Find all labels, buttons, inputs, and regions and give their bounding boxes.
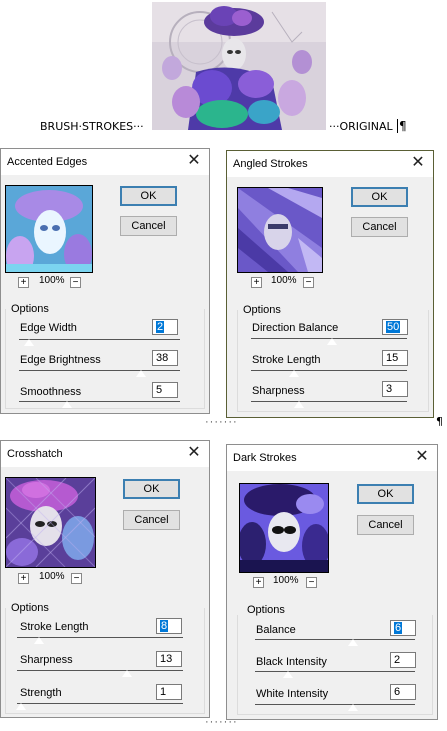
param-label-black-intensity: Black Intensity	[256, 656, 327, 668]
zoom-out-button[interactable]: −	[71, 573, 82, 584]
dialog-title-bar[interactable]: Accented Edges ✕	[1, 149, 209, 175]
smoothness-slider-track[interactable]	[19, 401, 180, 402]
zoom-level: 100%	[273, 575, 299, 586]
param-label-balance: Balance	[256, 624, 296, 636]
smoothness-field[interactable]: 5	[152, 382, 178, 398]
stroke-length-slider-thumb[interactable]	[33, 636, 45, 644]
close-icon[interactable]: ✕	[185, 444, 203, 462]
balance-slider-track[interactable]	[255, 639, 415, 640]
edge-brightness-slider-track[interactable]	[19, 370, 180, 371]
cancel-button[interactable]: Cancel	[351, 217, 408, 237]
dialog-title: Accented Edges	[7, 156, 88, 168]
dialog-angled-strokes: Angled Strokes ✕ + 100% − OK Cancel Opti…	[226, 150, 434, 418]
ok-button[interactable]: OK	[351, 187, 408, 207]
edge-width-field[interactable]: 2	[152, 319, 178, 335]
param-label-smoothness: Smoothness	[20, 386, 82, 398]
black-intensity-slider-track[interactable]	[255, 671, 415, 672]
strength-field[interactable]: 1	[156, 684, 182, 700]
zoom-out-button[interactable]: −	[306, 577, 317, 588]
zoom-in-button[interactable]: +	[253, 577, 264, 588]
stroke-length-slider-thumb[interactable]	[288, 369, 300, 377]
edge-brightness-field[interactable]: 38	[152, 350, 178, 366]
strength-slider-track[interactable]	[17, 703, 183, 704]
options-label: Options	[11, 602, 49, 614]
param-label-edge-brightness: Edge Brightness	[20, 354, 101, 366]
stroke-length-field[interactable]: 8	[156, 618, 182, 634]
param-label-sharpness: Sharpness	[20, 654, 73, 666]
zoom-out-button[interactable]: −	[70, 277, 81, 288]
original-photo	[152, 2, 326, 130]
filter-preview[interactable]	[237, 187, 323, 273]
dialog-title-bar[interactable]: Angled Strokes ✕	[227, 151, 433, 177]
options-label: Options	[11, 303, 49, 315]
white-intensity-field[interactable]: 6	[390, 684, 416, 700]
sharpness-field[interactable]: 3	[382, 381, 408, 397]
ok-button[interactable]: OK	[357, 484, 414, 504]
options-label: Options	[243, 304, 281, 316]
cancel-button[interactable]: Cancel	[120, 216, 177, 236]
param-label-stroke-length: Stroke Length	[20, 621, 89, 633]
edge-width-slider-track[interactable]	[19, 339, 180, 340]
dialog-title: Dark Strokes	[233, 452, 297, 464]
direction-balance-slider-thumb[interactable]	[326, 337, 338, 345]
zoom-level: 100%	[39, 275, 65, 286]
direction-balance-field[interactable]: 50	[382, 319, 408, 335]
sharpness-field[interactable]: 13	[156, 651, 182, 667]
dialog-title: Angled Strokes	[233, 158, 308, 170]
sharpness-slider-thumb[interactable]	[293, 400, 305, 408]
stroke-length-field[interactable]: 15	[382, 350, 408, 366]
stroke-length-slider-track[interactable]	[251, 370, 407, 371]
filter-preview[interactable]	[5, 477, 96, 568]
param-label-direction-balance: Direction Balance	[252, 322, 339, 334]
sharpness-slider-track[interactable]	[17, 670, 183, 671]
ok-button[interactable]: OK	[120, 186, 177, 206]
dialog-title-bar[interactable]: Crosshatch ✕	[1, 441, 209, 467]
param-label-sharpness: Sharpness	[252, 385, 305, 397]
paragraph-mark-icon: ¶	[436, 415, 443, 428]
balance-slider-thumb[interactable]	[347, 638, 359, 646]
param-label-stroke-length: Stroke Length	[252, 354, 321, 366]
param-label-strength: Strength	[20, 687, 62, 699]
paragraph-mark-icon: ¶	[397, 119, 407, 133]
dialog-accented-edges: Accented Edges ✕ + 100% − OK Cancel Opti…	[0, 148, 210, 414]
zoom-level: 100%	[39, 571, 65, 582]
edge-width-slider-thumb[interactable]	[23, 338, 35, 346]
dialog-crosshatch: Crosshatch ✕ + 100% − OK Cancel Options …	[0, 440, 210, 718]
close-icon[interactable]: ✕	[413, 448, 431, 466]
caption-original: ···ORIGINAL	[329, 120, 393, 133]
param-label-white-intensity: White Intensity	[256, 688, 329, 700]
strength-slider-thumb[interactable]	[15, 702, 27, 710]
edge-brightness-slider-thumb[interactable]	[135, 369, 147, 377]
zoom-in-button[interactable]: +	[18, 573, 29, 584]
balance-field[interactable]: 6	[390, 620, 416, 636]
caption-brush-strokes: BRUSH·STROKES···	[40, 120, 144, 133]
close-icon[interactable]: ✕	[409, 154, 427, 172]
zoom-out-button[interactable]: −	[303, 277, 314, 288]
sharpness-slider-track[interactable]	[251, 401, 407, 402]
param-label-edge-width: Edge Width	[20, 322, 77, 334]
ok-button[interactable]: OK	[123, 479, 180, 499]
zoom-level: 100%	[271, 275, 297, 286]
zoom-in-button[interactable]: +	[251, 277, 262, 288]
black-intensity-slider-thumb[interactable]	[282, 670, 294, 678]
close-icon[interactable]: ✕	[185, 152, 203, 170]
cancel-button[interactable]: Cancel	[123, 510, 180, 530]
sharpness-slider-thumb[interactable]	[121, 669, 133, 677]
smoothness-slider-thumb[interactable]	[61, 400, 73, 408]
dialog-title: Crosshatch	[7, 448, 63, 460]
black-intensity-field[interactable]: 2	[390, 652, 416, 668]
white-intensity-slider-thumb[interactable]	[347, 703, 359, 711]
zoom-in-button[interactable]: +	[18, 277, 29, 288]
filter-preview[interactable]	[5, 185, 93, 273]
options-label: Options	[247, 604, 285, 616]
filter-preview[interactable]	[239, 483, 329, 573]
dialog-dark-strokes: Dark Strokes ✕ + 100% − OK Cancel Option…	[226, 444, 438, 720]
cancel-button[interactable]: Cancel	[357, 515, 414, 535]
dialog-title-bar[interactable]: Dark Strokes ✕	[227, 445, 437, 471]
white-intensity-slider-track[interactable]	[255, 704, 415, 705]
